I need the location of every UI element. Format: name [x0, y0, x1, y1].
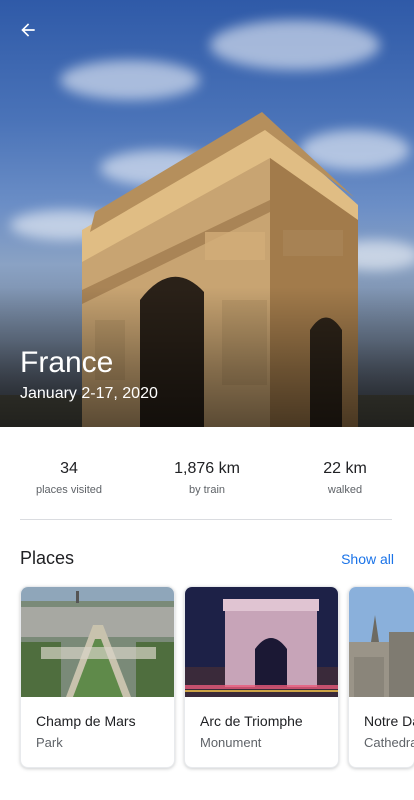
stat-walked-distance: 22 km walked: [276, 427, 414, 519]
place-card-notre-dame[interactable]: Notre Dame Cathedral: [348, 586, 414, 768]
place-card-arc-de-triomphe[interactable]: Arc de Triomphe Monument: [184, 586, 339, 768]
section-divider: [20, 519, 392, 520]
stat-label: walked: [327, 484, 363, 496]
hero-image: France January 2-17, 2020: [0, 0, 414, 427]
trip-title: France: [20, 346, 114, 379]
stat-label: by train: [188, 484, 226, 496]
arrow-back-icon: [21, 23, 35, 37]
place-image: [185, 587, 338, 697]
stat-places-visited: 34 places visited: [0, 427, 138, 519]
show-all-link[interactable]: Show all: [341, 551, 394, 567]
stat-value: 1,876 km: [174, 460, 240, 477]
trip-stats: 34 places visited 1,876 km by train 22 k…: [0, 427, 414, 519]
places-carousel[interactable]: Champ de Mars Park Arc de Triomphe Monum…: [20, 586, 414, 770]
stat-value: 34: [60, 460, 78, 477]
back-button[interactable]: [10, 12, 46, 48]
place-image: [21, 587, 174, 697]
place-card-champ-de-mars[interactable]: Champ de Mars Park: [20, 586, 175, 768]
place-image: [349, 587, 414, 697]
place-type: Monument: [200, 735, 262, 750]
place-name: Notre Dame: [364, 713, 414, 729]
place-name: Champ de Mars: [36, 713, 136, 729]
stat-label: places visited: [35, 484, 103, 496]
places-title: Places: [20, 548, 75, 568]
place-type: Cathedral: [364, 735, 414, 750]
stat-train-distance: 1,876 km by train: [138, 427, 276, 519]
places-header: Places Show all: [20, 548, 394, 569]
place-type: Park: [36, 735, 63, 750]
trip-dates: January 2-17, 2020: [20, 385, 158, 402]
place-name: Arc de Triomphe: [200, 713, 303, 729]
stat-value: 22 km: [323, 460, 367, 477]
